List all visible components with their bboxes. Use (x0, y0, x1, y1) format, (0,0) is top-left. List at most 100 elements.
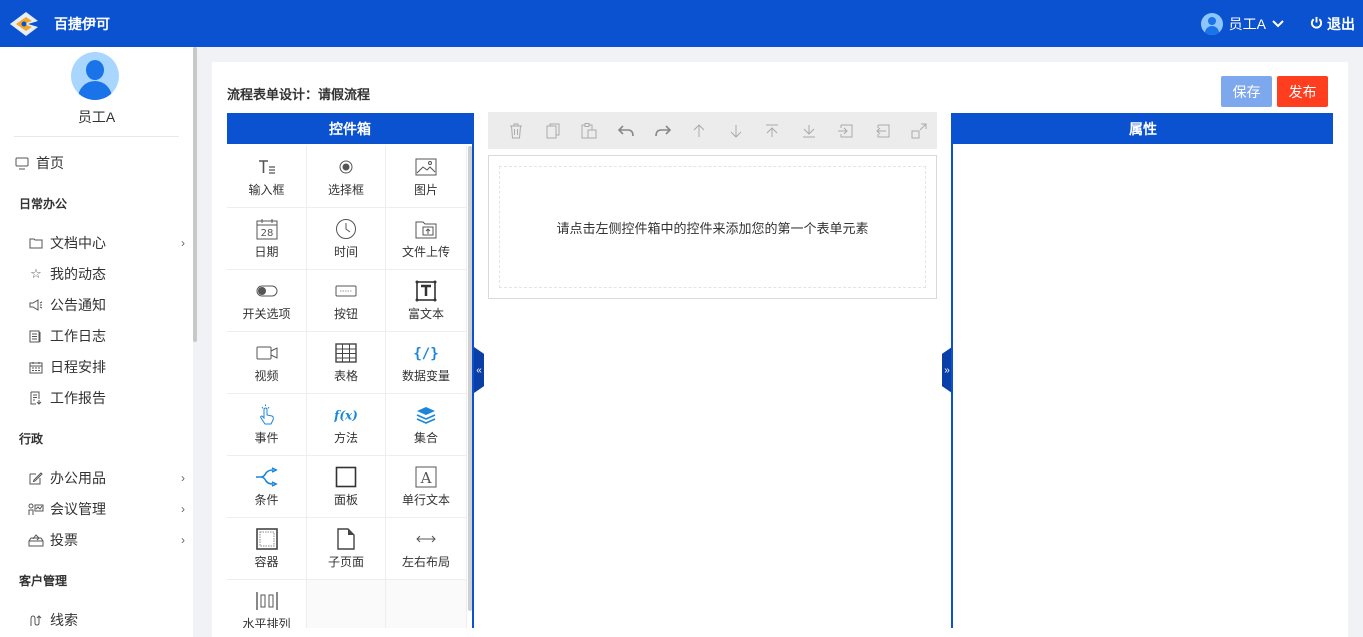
control-video[interactable]: 视频 (227, 332, 307, 394)
control-condition[interactable]: 条件 (227, 456, 307, 518)
paste-icon[interactable] (571, 112, 608, 149)
user-avatar-icon[interactable] (71, 52, 119, 100)
control-horizontal-align[interactable]: 水平排列 (227, 580, 307, 628)
copy-icon[interactable] (535, 112, 572, 149)
control-label: 富文本 (407, 306, 444, 321)
app-title: 百捷伊可 (54, 15, 110, 32)
redo-icon[interactable] (644, 112, 681, 149)
control-label: 时间 (333, 244, 358, 259)
control-event[interactable]: 事件 (227, 394, 307, 456)
control-image[interactable]: 图片 (386, 146, 467, 208)
control-label: 图片 (413, 182, 438, 197)
properties-divider (951, 113, 953, 628)
control-label: 条件 (254, 492, 279, 507)
canvas-dropzone[interactable]: 请点击左侧控件箱中的控件来添加您的第一个表单元素 (499, 166, 926, 288)
sidebar-item-label: 投票 (50, 532, 78, 548)
horizontal-arrows-icon (414, 528, 438, 550)
user-name[interactable]: 员工A (1229, 14, 1266, 34)
svg-text:A: A (420, 469, 432, 487)
control-function[interactable]: f(x) 方法 (307, 394, 386, 456)
control-label: 方法 (333, 430, 358, 445)
text-input-icon (255, 156, 279, 178)
sidebar-item-vote[interactable]: 投票 › (28, 529, 189, 551)
journal-icon (28, 328, 44, 344)
undo-icon[interactable] (608, 112, 645, 149)
image-icon (414, 156, 438, 178)
sidebar-item-office-supplies[interactable]: 办公用品 › (28, 467, 189, 489)
container-icon (255, 527, 279, 550)
panel-icon (334, 466, 358, 488)
top-bar: 百捷伊可 员工A 退出 (0, 0, 1363, 47)
controls-grid: 输入框 选择框 图片 28 日期 时间 文件上传 开关选项 按钮 富文本 视频 … (227, 146, 467, 628)
control-time[interactable]: 时间 (307, 208, 386, 270)
control-rich-text[interactable]: 富文本 (386, 270, 467, 332)
sidebar-user-name: 员工A (77, 109, 116, 125)
horizontal-align-icon (255, 590, 279, 612)
editor-toolbar (488, 112, 937, 149)
expand-icon[interactable] (900, 112, 937, 149)
move-up-icon[interactable] (681, 112, 718, 149)
control-button[interactable]: 按钮 (307, 270, 386, 332)
save-button[interactable]: 保存 (1221, 76, 1272, 107)
control-subpage[interactable]: 子页面 (307, 518, 386, 580)
sidebar-item-clues[interactable]: 线索 (28, 609, 189, 631)
divider (14, 136, 179, 137)
control-toggle[interactable]: 开关选项 (227, 270, 307, 332)
control-table[interactable]: 表格 (307, 332, 386, 394)
sidebar-item-work-report[interactable]: 工作报告 (28, 387, 189, 409)
sidebar-scrollbar[interactable] (193, 47, 197, 342)
megaphone-icon (28, 297, 44, 313)
sidebar-item-schedule[interactable]: 日程安排 (28, 356, 189, 378)
insert-icon[interactable] (827, 112, 864, 149)
control-label: 开关选项 (242, 306, 291, 321)
sidebar-item-documents[interactable]: 文档中心 › (28, 232, 189, 254)
vote-icon (28, 532, 44, 548)
publish-button[interactable]: 发布 (1277, 76, 1328, 107)
calendar-date-icon: 28 (255, 218, 279, 240)
sidebar-item-label: 首页 (36, 155, 64, 171)
control-panel[interactable]: 面板 (307, 456, 386, 518)
control-radio[interactable]: 选择框 (307, 146, 386, 208)
folder-icon (28, 235, 44, 251)
folder-upload-icon (414, 218, 438, 240)
control-file-upload[interactable]: 文件上传 (386, 208, 467, 270)
sidebar-item-meetings[interactable]: 会议管理 › (28, 498, 189, 520)
control-container[interactable]: 容器 (227, 518, 307, 580)
canvas-placeholder: 请点击左侧控件箱中的控件来添加您的第一个表单元素 (556, 220, 869, 236)
user-avatar-icon[interactable] (1200, 12, 1223, 35)
page-title: 流程表单设计：请假流程 (227, 87, 371, 102)
form-canvas[interactable]: 请点击左侧控件箱中的控件来添加您的第一个表单元素 (488, 155, 937, 299)
control-text-input[interactable]: 输入框 (227, 146, 307, 208)
sidebar-item-label: 工作报告 (50, 390, 106, 406)
logout-button[interactable]: 退出 (1310, 14, 1355, 34)
sidebar-item-home[interactable]: 首页 (14, 152, 189, 174)
move-down-icon[interactable] (717, 112, 754, 149)
sidebar: 员工A 首页 日常办公 文档中心 › ☆ 我的动态 公告通知 工作日志 日程安排… (0, 47, 193, 637)
sidebar-item-label: 会议管理 (50, 501, 106, 517)
control-label: 左右布局 (401, 554, 450, 569)
collapse-left-icon[interactable]: « (474, 347, 484, 393)
app-logo-icon[interactable] (8, 9, 44, 39)
sidebar-item-announcements[interactable]: 公告通知 (28, 294, 189, 316)
report-icon (28, 390, 44, 406)
function-icon: f(x) (334, 404, 358, 426)
control-label: 视频 (254, 368, 279, 383)
control-data-variable[interactable]: {/} 数据变量 (386, 332, 467, 394)
chevron-down-icon[interactable] (1272, 17, 1284, 31)
move-top-icon[interactable] (754, 112, 791, 149)
control-collection[interactable]: 集合 (386, 394, 467, 456)
video-icon (255, 342, 279, 364)
control-date[interactable]: 28 日期 (227, 208, 307, 270)
clue-icon (28, 612, 44, 628)
sidebar-item-my-activity[interactable]: ☆ 我的动态 (28, 263, 189, 285)
control-left-right-layout[interactable]: 左右布局 (386, 518, 467, 580)
sidebar-item-work-log[interactable]: 工作日志 (28, 325, 189, 347)
logout-label[interactable]: 退出 (1327, 14, 1355, 34)
extract-icon[interactable] (864, 112, 901, 149)
user-menu[interactable]: 员工A (1229, 14, 1304, 34)
control-single-line-text[interactable]: A 单行文本 (386, 456, 467, 518)
control-empty-slot (386, 580, 467, 628)
move-bottom-icon[interactable] (791, 112, 828, 149)
delete-icon[interactable] (498, 112, 535, 149)
calendar-icon (28, 359, 44, 375)
